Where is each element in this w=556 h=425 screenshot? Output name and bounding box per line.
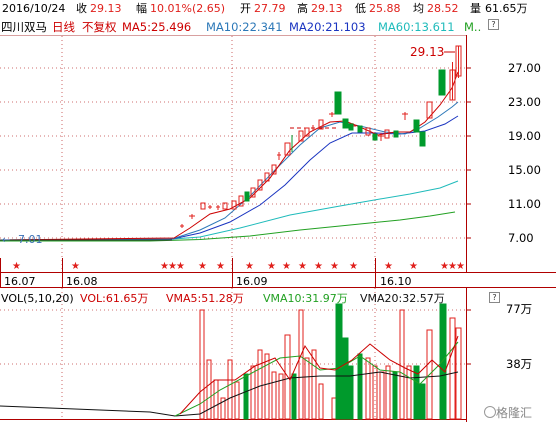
vol-legend: VOL:61.65万 — [80, 292, 149, 305]
price-axis-labels: 27.00 23.00 19.00 15.00 11.00 7.00 — [508, 61, 541, 245]
chart-canvas: 27.00 23.00 19.00 15.00 11.00 7.00 29.13… — [0, 35, 556, 422]
vma20-line — [0, 371, 459, 417]
price-panel-frame — [0, 35, 556, 288]
volume-grid — [0, 309, 466, 365]
star-icon: ★ — [245, 261, 254, 272]
price-tick-label: 27.00 — [508, 61, 541, 75]
candle — [244, 69, 446, 202]
ma10-line — [0, 101, 459, 241]
star-icon: ★ — [71, 261, 80, 272]
volume-indicator-label[interactable]: VOL(5,10,20) — [1, 292, 74, 306]
date-tick-label: 16.07 — [4, 275, 36, 288]
vma20-legend: VMA20:32.57万 — [360, 292, 445, 305]
price-grid — [0, 67, 466, 239]
low-price-marker-arrow: ← — [2, 235, 10, 246]
star-icon: ★ — [456, 261, 465, 272]
volume-tick-label: 38万 — [506, 357, 532, 371]
star-icon: ★ — [282, 261, 291, 272]
star-icon: ★ — [314, 261, 323, 272]
low-price-marker: 7.01 — [18, 233, 43, 246]
date-tick-label: 16.10 — [380, 275, 412, 288]
event-stars: ★ ★ ★ ★ ★ ★ ★ ★ ★ ★ ★ ★ ★ ★ ★ ★ ★ ★ ★ — [12, 261, 465, 272]
star-icon: ★ — [216, 261, 225, 272]
candle — [180, 45, 462, 228]
high-price-marker: 29.13 — [410, 45, 444, 59]
star-icon: ★ — [409, 261, 418, 272]
price-tick-label: 15.00 — [508, 163, 541, 177]
star-icon: ★ — [330, 261, 339, 272]
price-tick-label: 19.00 — [508, 129, 541, 143]
price-tick-label: 7.00 — [508, 231, 534, 245]
volume-bars — [199, 303, 462, 420]
volume-help-icon[interactable]: ? — [489, 292, 500, 303]
watermark-logo-icon — [484, 406, 496, 418]
watermark: 格隆汇 — [484, 404, 532, 421]
ma60-line — [0, 180, 459, 241]
star-icon: ★ — [267, 261, 276, 272]
star-icon: ★ — [349, 261, 358, 272]
date-tick-label: 16.08 — [66, 275, 98, 288]
vertical-grid — [61, 36, 376, 420]
date-tick-label: 16.09 — [236, 275, 268, 288]
price-tick-label: 23.00 — [508, 95, 541, 109]
price-tick-label: 11.00 — [508, 197, 541, 211]
watermark-text: 格隆汇 — [496, 406, 533, 420]
star-icon: ★ — [384, 261, 393, 272]
candlesticks — [180, 45, 462, 228]
vma5-legend: VMA5:51.28万 — [166, 292, 244, 305]
star-icon: ★ — [12, 261, 21, 272]
vma10-legend: VMA10:31.97万 — [263, 292, 348, 305]
volume-header: VOL(5,10,20) VOL:61.65万 VMA5:51.28万 VMA1… — [0, 292, 556, 306]
star-icon: ★ — [198, 261, 207, 272]
star-icon: ★ — [176, 261, 185, 272]
star-icon: ★ — [298, 261, 307, 272]
